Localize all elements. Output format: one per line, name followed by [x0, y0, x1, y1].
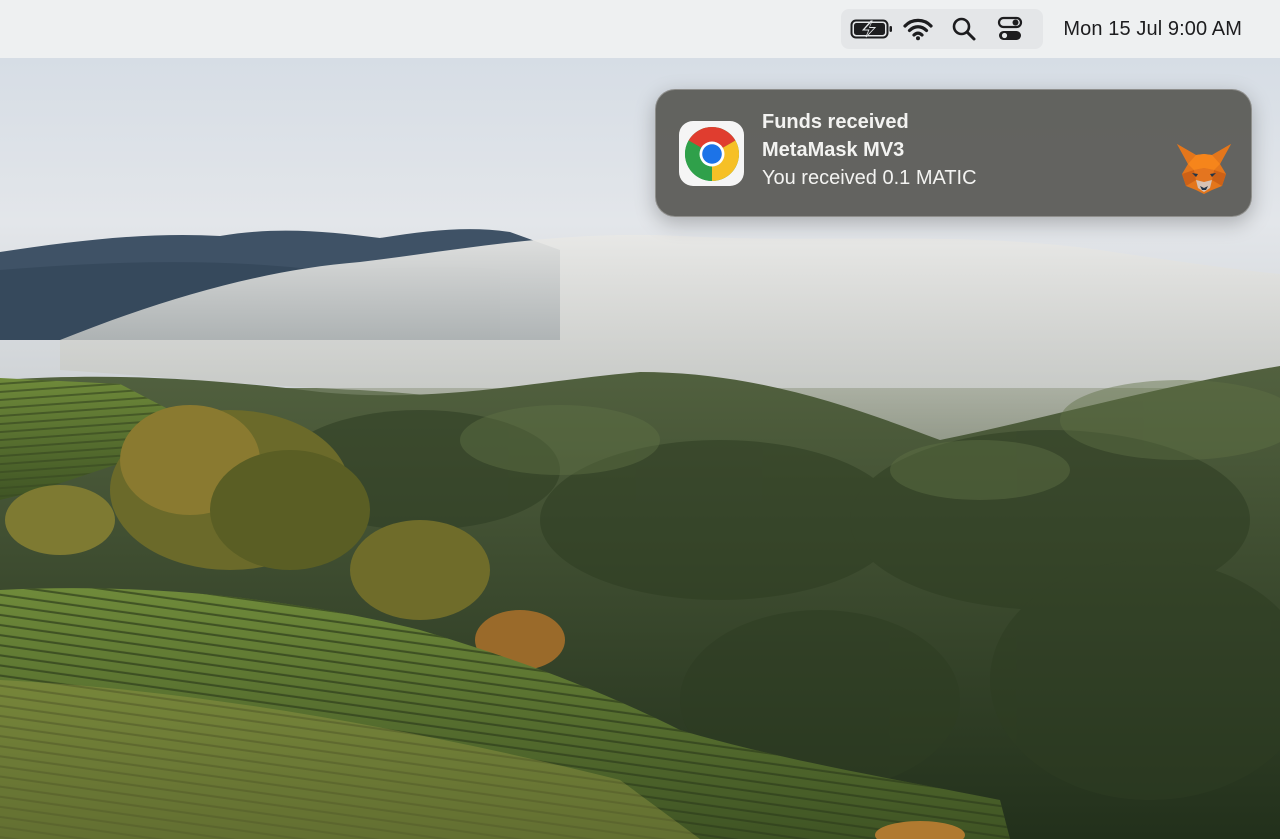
- battery-charging-icon[interactable]: [849, 9, 895, 49]
- menu-bar: Mon 15 Jul 9:00 AM: [0, 0, 1280, 58]
- search-icon[interactable]: [941, 9, 987, 49]
- control-center-icon[interactable]: [987, 9, 1033, 49]
- notification-subtitle: MetaMask MV3: [762, 139, 905, 161]
- notification-title: Funds received: [762, 111, 909, 133]
- status-icons-group: [841, 9, 1044, 49]
- notification-body: You received 0.1 MATIC: [762, 167, 977, 189]
- menu-bar-clock[interactable]: Mon 15 Jul 9:00 AM: [1063, 18, 1242, 41]
- notification-banner[interactable]: Funds received MetaMask MV3 You received…: [655, 89, 1252, 217]
- desktop: Mon 15 Jul 9:00 AM Funds received MetaMa…: [0, 0, 1280, 839]
- wifi-icon[interactable]: [895, 9, 941, 49]
- metamask-fox-icon: [1174, 140, 1234, 196]
- notification-content: Funds received MetaMask MV3 You received…: [762, 108, 1162, 192]
- chrome-icon: [679, 121, 744, 186]
